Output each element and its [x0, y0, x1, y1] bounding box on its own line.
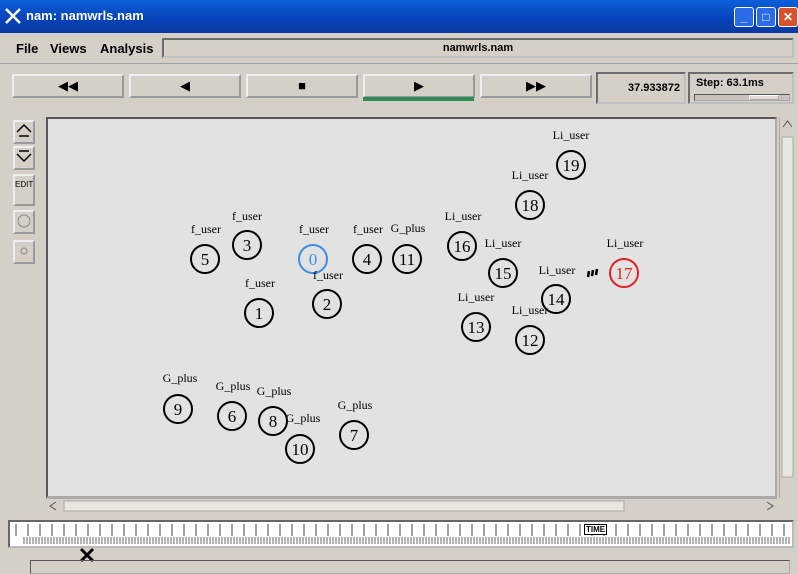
filename-display: namwrls.nam — [162, 38, 794, 58]
node-id: 15 — [495, 264, 512, 283]
node-label: Li_user — [445, 209, 482, 223]
node-id: 14 — [548, 290, 566, 309]
node-id: 17 — [616, 264, 634, 283]
status-bar — [30, 560, 790, 574]
node-id: 6 — [228, 407, 237, 426]
node-label: f_user — [232, 209, 262, 223]
network-graph: f_user0f_user1f_user2f_user3f_user4f_use… — [163, 128, 644, 464]
timeline-ruler — [15, 524, 790, 544]
step-control[interactable]: Step: 63.1ms — [688, 72, 794, 104]
node-id: 10 — [292, 440, 309, 459]
node-id: 5 — [201, 250, 210, 269]
node-id: 11 — [399, 250, 415, 269]
zoom-in-icon — [16, 123, 32, 137]
node-id: 2 — [323, 295, 332, 314]
edit-button[interactable]: EDIT — [13, 174, 35, 206]
tool-panel: EDIT — [8, 114, 38, 514]
node-label: f_user — [191, 222, 221, 236]
node-id: 9 — [174, 400, 183, 419]
small-circle-icon — [20, 247, 28, 255]
close-button[interactable]: ✕ — [778, 7, 798, 27]
circle-icon — [17, 214, 31, 228]
node-label: G_plus — [257, 384, 292, 398]
node-id: 7 — [350, 426, 359, 445]
play-indicator — [363, 97, 474, 101]
node-id: 0 — [309, 250, 318, 269]
maximize-button[interactable]: □ — [756, 7, 776, 27]
zoom-out-icon — [16, 150, 32, 163]
horizontal-scrollbar[interactable] — [46, 498, 777, 512]
node-label: Li_user — [512, 168, 549, 182]
node-id: 13 — [468, 318, 485, 337]
transmission-marker — [586, 268, 599, 278]
menu-views[interactable]: Views — [50, 41, 87, 56]
node-id: 19 — [563, 156, 580, 175]
node-label: G_plus — [216, 379, 251, 393]
node-label: Li_user — [458, 290, 495, 304]
node-label: G_plus — [286, 411, 321, 425]
step-back-button[interactable]: ◀ — [129, 74, 241, 98]
node-id: 3 — [243, 236, 252, 255]
stop-button[interactable]: ■ — [246, 74, 358, 98]
node-label: f_user — [245, 276, 275, 290]
node-label: f_user — [353, 222, 383, 236]
node-label: Li_user — [607, 236, 644, 250]
node-id: 12 — [522, 331, 539, 350]
step-slider[interactable] — [694, 94, 790, 101]
time-display: 37.933872 — [596, 72, 686, 104]
minimize-button[interactable]: _ — [734, 7, 754, 27]
menu-analysis[interactable]: Analysis — [100, 41, 153, 56]
node-label: G_plus — [163, 371, 198, 385]
time-label: TIME — [584, 524, 608, 535]
node-id: 4 — [363, 250, 372, 269]
node-label: G_plus — [391, 221, 426, 235]
node-label: Li_user — [539, 263, 576, 277]
x-logo-icon — [5, 8, 21, 24]
node-view-button[interactable] — [13, 210, 35, 234]
play-button[interactable]: ▶ — [363, 74, 475, 98]
network-canvas[interactable]: f_user 0 f_user 1 f_user 2 f_user 3 f_user 4 f_use… — [46, 117, 777, 498]
node-id: 16 — [454, 237, 471, 256]
node-id: 18 — [522, 196, 539, 215]
zoom-in-button[interactable] — [13, 120, 35, 144]
node-label: f_user — [313, 268, 343, 282]
node-label: G_plus — [338, 398, 373, 412]
zoom-out-button[interactable] — [13, 146, 35, 170]
step-slider-thumb[interactable] — [749, 95, 779, 100]
title-bar: nam: namwrls.nam _ □ ✕ — [0, 0, 798, 33]
node-label: Li_user — [553, 128, 590, 142]
vertical-scrollbar[interactable] — [779, 117, 794, 498]
menu-file[interactable]: File — [16, 41, 38, 56]
small-node-button[interactable] — [13, 240, 35, 264]
step-label: Step: 63.1ms — [696, 77, 764, 89]
node-label: f_user — [299, 222, 329, 236]
fast-forward-button[interactable]: ▶▶ — [480, 74, 592, 98]
node-id: 8 — [269, 412, 278, 431]
node-id: 1 — [255, 304, 264, 323]
node-label: Li_user — [485, 236, 522, 250]
timeline[interactable]: TIME — [8, 520, 794, 548]
window-title: nam: namwrls.nam — [26, 8, 144, 23]
rewind-button[interactable]: ◀◀ — [12, 74, 124, 98]
